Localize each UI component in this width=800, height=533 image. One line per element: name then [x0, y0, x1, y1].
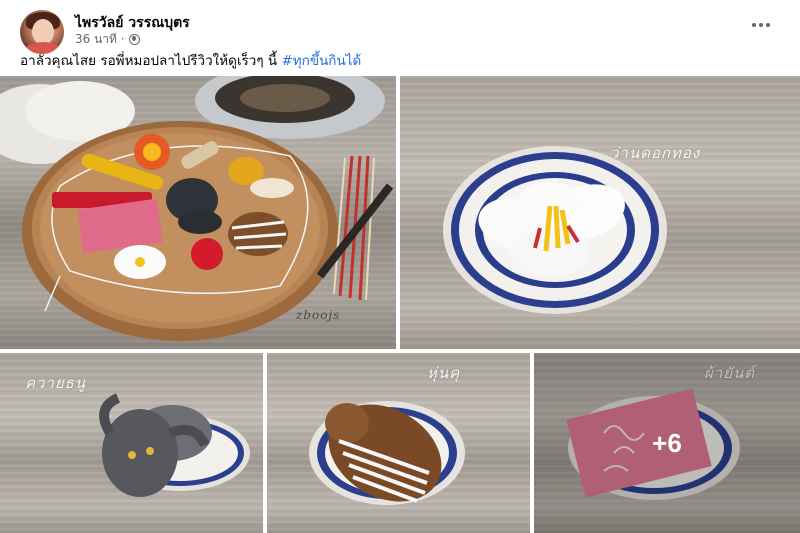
- globe-icon[interactable]: [128, 34, 140, 45]
- more-photos-overlay[interactable]: +6: [534, 353, 800, 533]
- photo-4-watermark: หุ่นคุ: [427, 364, 461, 382]
- photo-1-tray[interactable]: zboojs: [0, 76, 396, 349]
- post-meta: 36 นาที ·: [75, 30, 140, 49]
- author-avatar[interactable]: [20, 10, 64, 54]
- caption-hashtag[interactable]: #ทุกขึ้นกินได้: [281, 53, 361, 69]
- photo-5-yantra-cloth[interactable]: ผ้ายันต์ +6: [534, 353, 800, 533]
- photo-2-flower[interactable]: ว่านดอกทอง: [400, 76, 800, 349]
- photo-3-watermark: ควายธนู: [25, 374, 87, 392]
- wrapped-figure-illustration: [309, 401, 465, 505]
- post-caption: อาลัวคุณไสย รอพี่หมอปลาไปรีวิวให้ดูเร็วๆ…: [20, 49, 361, 71]
- facebook-post: ไพรวัลย์ วรรณบุตร 36 นาที · อาลัวคุณไสย …: [0, 0, 800, 533]
- photo-2-watermark: ว่านดอกทอง: [610, 144, 701, 162]
- photo-1-signature: zboojs: [296, 308, 341, 322]
- photo-4-wrapped-figure[interactable]: หุ่นคุ: [267, 353, 530, 533]
- caption-text: อาลัวคุณไสย รอพี่หมอปลาไปรีวิวให้ดูเร็วๆ…: [20, 53, 282, 69]
- flower-plate-illustration: [443, 146, 667, 314]
- more-options-button[interactable]: [746, 14, 776, 36]
- more-options-icon: [752, 23, 756, 27]
- photo-grid: zboojs ว่านดอกทอง ควายธนู หุ่นคุ ผ้ายันต…: [0, 76, 800, 533]
- post-time[interactable]: 36 นาที ·: [75, 30, 125, 49]
- more-photos-count: +6: [652, 427, 682, 458]
- photo-3-buffalo[interactable]: ควายธนู: [0, 353, 263, 533]
